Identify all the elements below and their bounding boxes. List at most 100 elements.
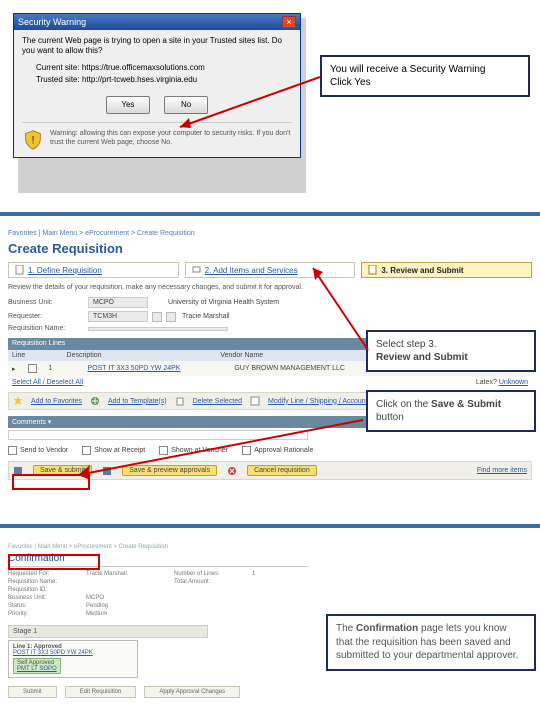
grid-title: Requisition Lines [12, 340, 65, 348]
highlight-confirmation [8, 554, 100, 570]
cell-line: 1 [49, 365, 76, 372]
section-confirmation: Favorites | Main Menu > eProcurement > C… [8, 544, 532, 714]
status-desc[interactable]: PMT LT SOPO [17, 666, 57, 672]
callout-text: Click on the [376, 399, 431, 410]
dialog-message: The current Web page is trying to open a… [22, 36, 292, 57]
page-title: Create Requisition [8, 241, 532, 256]
callout-security: You will receive a Security Warning Clic… [320, 55, 530, 97]
callout-line1: You will receive a Security Warning [330, 63, 520, 76]
current-site-value: https://true.officemaxsolutions.com [82, 63, 205, 72]
svg-text:!: ! [31, 134, 34, 146]
confirmation-buttons: Submit Edit Requisition Apply Approval C… [8, 686, 532, 698]
edit-req-button[interactable]: Edit Requisition [65, 686, 137, 698]
latex-value[interactable]: Unknown [499, 379, 528, 386]
dialog-title: Security Warning [18, 17, 86, 27]
cell-vendor: GUY BROWN MANAGEMENT LLC [234, 365, 369, 372]
callout-text: button [376, 412, 404, 423]
callout-bold: Confirmation [356, 623, 418, 634]
v-total [252, 579, 312, 585]
v-lines: 1 [252, 571, 312, 577]
callout-step3: Select step 3. Review and Submit [366, 330, 536, 372]
find-more-link[interactable]: Find more items [477, 467, 527, 474]
trash-icon [175, 396, 185, 406]
v-reqid [86, 587, 166, 593]
document-icon [15, 265, 25, 275]
add-favorites-link[interactable]: Add to Favorites [31, 398, 82, 405]
k-lines: Number of Lines: [174, 571, 244, 577]
tab-label: 3. Review and Submit [381, 266, 463, 275]
approval-box: Line 1: Approved POST IT 3X3 50PD YW 24P… [8, 640, 138, 678]
reqname-label: Requisition Name: [8, 325, 88, 332]
plus-icon [90, 396, 100, 406]
latex-field: Latex? Unknown [476, 379, 528, 386]
add-template-link[interactable]: Add to Template(s) [108, 398, 167, 405]
callout-text: The [336, 623, 356, 634]
tab-define[interactable]: 1. Define Requisition [8, 262, 179, 278]
shield-icon: ! [22, 129, 44, 151]
col-desc: Description [67, 352, 209, 359]
stage-header: Stage 1 [8, 625, 208, 638]
section-create-requisition: Favorites | Main Menu > eProcurement > C… [8, 230, 532, 520]
k-bu: Business Unit: [8, 595, 78, 601]
v-status: Pending [86, 603, 166, 609]
comments-label: Comments [12, 419, 46, 426]
expand-row-icon[interactable]: ▸ [12, 365, 16, 373]
instructions: Review the details of your requisition, … [8, 284, 532, 291]
reqname-input[interactable] [88, 327, 228, 331]
requester-desc: Tracie Marshall [182, 313, 230, 320]
cell-desc[interactable]: POST IT 3X3 50PD YW 24PK [87, 365, 222, 372]
k-reqid: Requisition ID: [8, 587, 78, 593]
current-site-label: Current site: [36, 63, 80, 72]
star-icon [13, 396, 23, 406]
v-reqname [86, 579, 166, 585]
tab-label: 1. Define Requisition [28, 266, 102, 275]
section-divider [0, 524, 540, 528]
submit-button[interactable]: Submit [8, 686, 57, 698]
person-icon [166, 312, 176, 322]
approval-item[interactable]: POST IT 3X3 50PD YW 24PK [13, 650, 133, 656]
callout-confirmation: The Confirmation page lets you know that… [326, 614, 536, 671]
k-pri: Priority: [8, 611, 78, 617]
row-checkbox[interactable] [28, 364, 37, 373]
latex-label: Latex? [476, 379, 497, 386]
edit-icon [250, 396, 260, 406]
v-bu: MCPO [86, 595, 166, 601]
k-reqname: Requisition Name: [8, 579, 78, 585]
requester-value: TCM3H [88, 311, 148, 322]
delete-link[interactable]: Delete Selected [193, 398, 242, 405]
requester-label: Requester: [8, 313, 88, 320]
cart-icon [192, 265, 202, 275]
section-divider [0, 212, 540, 216]
bu-label: Business Unit: [8, 299, 88, 306]
section-security-warning: Security Warning × The current Web page … [10, 10, 530, 210]
ck-vendor[interactable]: Send to Vendor [8, 446, 68, 455]
callout-line2: Click Yes [330, 76, 520, 89]
grid-footer: Select All / Deselect All Latex? Unknown [8, 376, 532, 389]
modify-link[interactable]: Modify Line / Shipping / Accounting [268, 398, 377, 405]
select-all-link[interactable]: Select All / Deselect All [12, 379, 83, 386]
tab-review-submit[interactable]: 3. Review and Submit [361, 262, 532, 278]
breadcrumb[interactable]: Favorites | Main Menu > eProcurement > C… [8, 544, 532, 550]
confirmation-fields: Requested For:Tracie Marshall Number of … [8, 571, 532, 617]
ck-label: Send to Vendor [20, 447, 68, 454]
row-requester: Requester: TCM3H Tracie Marshall [8, 311, 532, 322]
apply-approval-button[interactable]: Apply Approval Changes [144, 686, 240, 698]
callout-bold: Save & Submit [431, 399, 501, 410]
breadcrumb[interactable]: Favorites | Main Menu > eProcurement > C… [8, 230, 532, 237]
v-reqfor: Tracie Marshall [86, 571, 166, 577]
close-icon[interactable]: × [282, 16, 296, 28]
col-line: Line [12, 352, 55, 359]
highlight-save-button [12, 474, 90, 490]
callout-line: Select step 3. [376, 338, 526, 351]
row-business-unit: Business Unit: MCPO University of Virgin… [8, 297, 532, 308]
lookup-icon[interactable] [152, 312, 162, 322]
yes-button[interactable]: Yes [106, 96, 150, 114]
k-status: Status: [8, 603, 78, 609]
approval-status-badge: Self Approved PMT LT SOPO [13, 658, 61, 674]
bu-desc: University of Virginia Health System [168, 299, 279, 306]
bu-value: MCPO [88, 297, 148, 308]
callout-save-submit: Click on the Save & Submit button [366, 390, 536, 432]
k-total: Total Amount: [174, 579, 244, 585]
callout-bold: Review and Submit [376, 352, 468, 363]
step-tabs: 1. Define Requisition 2. Add Items and S… [8, 262, 532, 278]
